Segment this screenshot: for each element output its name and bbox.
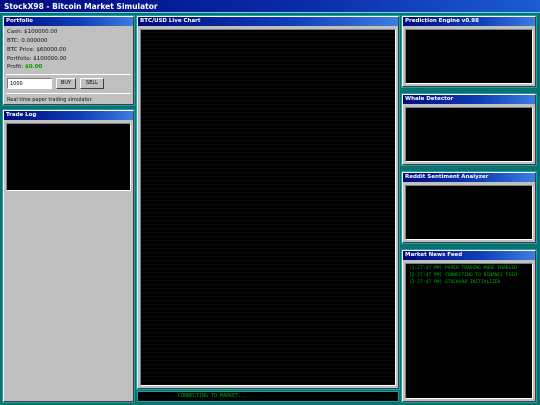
trade-log-title: Trade Log [4,111,133,120]
prediction-engine-title: Prediction Engine v0.98 [403,17,535,26]
portfolio-panel: Portfolio Cash: $100000.00 BTC: 0.000000… [3,16,134,105]
connection-status-bar: CONNECTING TO MARKET... [137,391,399,402]
chart-grid [141,30,395,385]
chart-panel: BTC/USD Live Chart [137,16,399,389]
portfolio-divider-bottom [6,93,131,94]
portfolio-title: Portfolio [4,17,133,26]
profit-label: Profit: [7,64,25,70]
market-news-title: Market News Feed [403,251,535,260]
news-item: [2:27:47 PM] CONNECTING TO BINANCE FEED [409,273,517,278]
btc-holdings: BTC: 0.000000 [7,38,48,44]
market-news-panel: Market News Feed [2:27:47 PM] PAPER TRAD… [402,250,536,402]
trade-amount-input[interactable] [7,78,52,89]
trade-log-screen[interactable] [6,123,131,191]
sell-button[interactable]: SELL [80,78,104,89]
reddit-sentiment-screen [405,185,533,240]
whale-detector-panel: Whale Detector [402,94,536,165]
prediction-engine-screen [405,29,533,84]
portfolio-value: Portfolio: $100000.00 [7,56,67,62]
news-item: [2:27:47 PM] STOCKX98 INITIALIZED [409,280,501,285]
cash-value: Cash: $100000.00 [7,29,58,35]
app-title-bar: StockX98 - Bitcoin Market Simulator [0,0,540,13]
trade-log-panel: Trade Log [3,110,134,402]
portfolio-footer: Real time paper trading simulator. [7,97,93,103]
buy-button[interactable]: BUY [56,78,76,89]
whale-detector-screen [405,107,533,162]
news-item: [2:27:47 PM] PAPER TRADING MODE ENABLED [409,266,517,271]
reddit-sentiment-title: Reddit Sentiment Analyzer [403,173,535,182]
btc-price: BTC Price: $60000.00 [7,47,67,53]
whale-detector-title: Whale Detector [403,95,535,104]
chart-title: BTC/USD Live Chart [138,17,398,26]
market-news-screen[interactable]: [2:27:47 PM] PAPER TRADING MODE ENABLED … [405,263,533,399]
prediction-engine-panel: Prediction Engine v0.98 [402,16,536,87]
profit-line: Profit: $0.00 [7,64,42,70]
app-title: StockX98 - Bitcoin Market Simulator [4,2,158,11]
portfolio-divider-top [6,74,131,75]
profit-value: $0.00 [24,64,43,70]
chart-canvas[interactable] [140,29,396,386]
reddit-sentiment-panel: Reddit Sentiment Analyzer [402,172,536,243]
connection-status-text: CONNECTING TO MARKET... [178,393,248,399]
